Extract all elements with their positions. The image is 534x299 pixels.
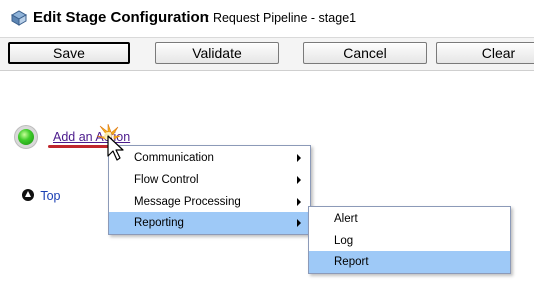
page-title: Edit Stage Configuration: [33, 9, 209, 26]
submenu-arrow-icon: [297, 219, 301, 227]
toolbar: Save Validate Cancel Clear: [0, 37, 534, 71]
submenu-arrow-icon: [297, 154, 301, 162]
menu-item-flow-control[interactable]: Flow Control: [109, 169, 310, 191]
clear-button[interactable]: Clear: [436, 42, 534, 64]
submenu-item-label: Alert: [334, 213, 358, 225]
page-subtitle: : Request Pipeline - stage1: [206, 11, 357, 25]
menu-item-reporting[interactable]: Reporting: [109, 212, 310, 234]
top-link[interactable]: Top: [22, 189, 61, 203]
save-button[interactable]: Save: [8, 42, 130, 64]
submenu-arrow-icon: [297, 176, 301, 184]
submenu-arrow-icon: [297, 198, 301, 206]
page-header: Edit Stage Configuration : Request Pipel…: [0, 0, 534, 36]
menu-item-label: Message Processing: [134, 196, 241, 208]
menu-item-message-processing[interactable]: Message Processing: [109, 191, 310, 213]
arrow-up-circle-icon: [22, 189, 34, 201]
menu-item-label: Flow Control: [134, 174, 199, 186]
menu-item-label: Reporting: [134, 217, 184, 229]
submenu-item-label: Report: [334, 256, 369, 268]
submenu-item-alert[interactable]: Alert: [309, 208, 510, 230]
status-indicator-icon: [14, 125, 38, 149]
cancel-button[interactable]: Cancel: [303, 42, 427, 64]
submenu-item-log[interactable]: Log: [309, 230, 510, 252]
mouse-cursor-icon: [96, 124, 124, 161]
reporting-submenu: Alert Log Report: [308, 206, 511, 274]
submenu-item-report[interactable]: Report: [309, 251, 510, 273]
menu-item-label: Communication: [134, 152, 214, 164]
top-link-label: Top: [40, 189, 61, 203]
validate-button[interactable]: Validate: [155, 42, 279, 64]
pipeline-stage-icon: [10, 10, 28, 26]
submenu-item-label: Log: [334, 235, 354, 247]
